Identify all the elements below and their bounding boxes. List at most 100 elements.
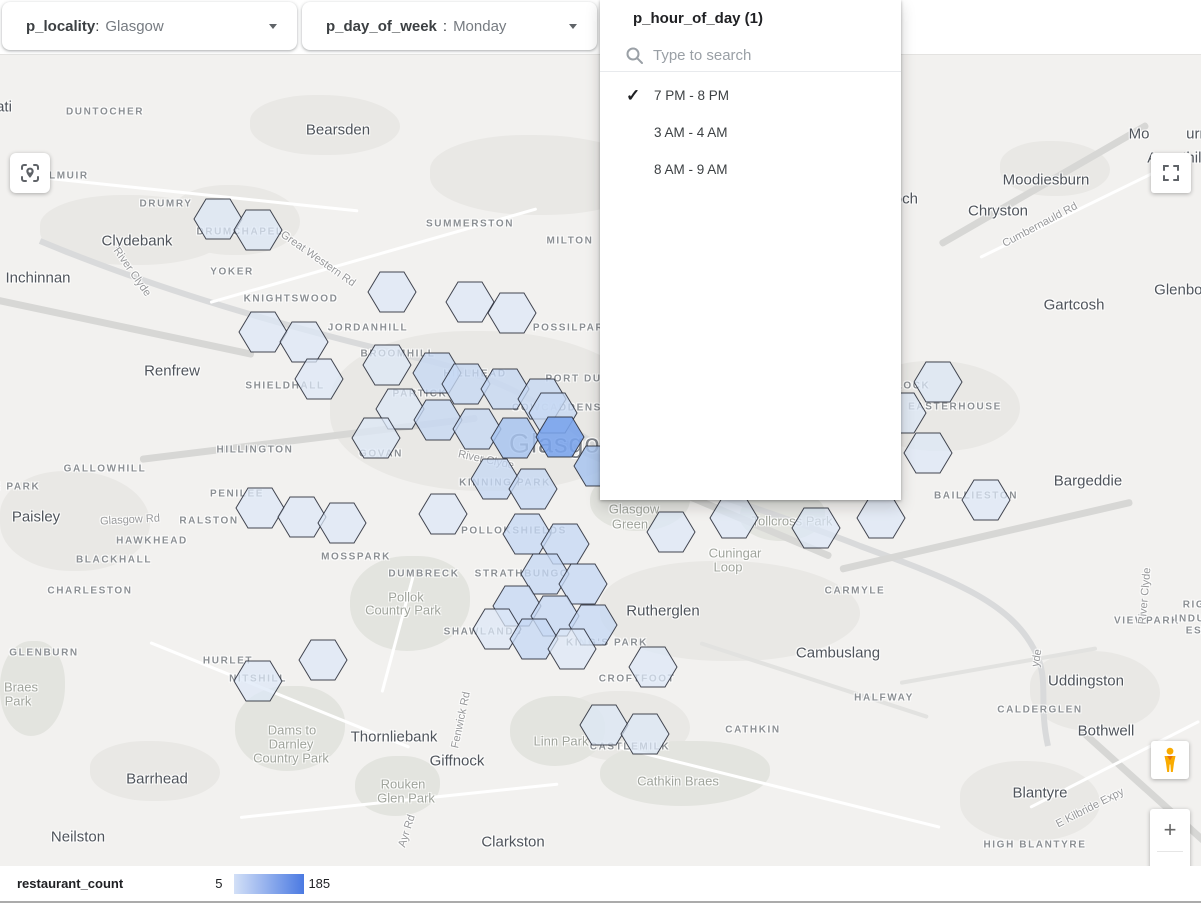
map-label-caps: ES bbox=[1186, 626, 1201, 637]
map-label-road: Glasgow Rd bbox=[100, 512, 160, 527]
map-label-park: Glasgow bbox=[609, 502, 660, 517]
hour-options-list: ✓7 PM - 8 PM3 AM - 4 AM 8 AM - 9 AM bbox=[600, 77, 901, 188]
map-label-caps: JORDANHILL bbox=[328, 323, 408, 334]
map-label-town: urn bbox=[1186, 126, 1201, 143]
map-label-caps: YOKER bbox=[210, 267, 254, 278]
filter-locality-chip[interactable]: p_locality:Glasgow bbox=[2, 2, 297, 50]
map-label-caps: CALDERGLEN bbox=[997, 705, 1082, 716]
map-label-park: Loop bbox=[714, 560, 743, 575]
map-label-road: Fenwick Rd bbox=[449, 691, 473, 750]
search-input[interactable] bbox=[653, 42, 883, 69]
map-label-caps: KNIGHTSWOOD bbox=[244, 294, 339, 305]
map-label-park: Braes bbox=[4, 680, 38, 695]
map-label-town: Clarkston bbox=[481, 834, 544, 851]
filter-day-of-week-chip[interactable]: p_day_of_week:Monday bbox=[302, 2, 597, 50]
map-label-town: Moodiesburn bbox=[1003, 172, 1090, 189]
map-label-town: Blantyre bbox=[1012, 785, 1067, 802]
road bbox=[839, 499, 1133, 573]
panel-divider bbox=[600, 71, 901, 72]
map-label-caps: RALSTON bbox=[179, 516, 238, 527]
map-label-caps: GLENBURN bbox=[9, 648, 78, 659]
hour-of-day-dropdown-panel: p_hour_of_day (1) ✓7 PM - 8 PM3 AM - 4 A… bbox=[600, 0, 901, 500]
map-label-caps: KINNING PARK bbox=[459, 478, 551, 489]
map-label-park: Park bbox=[5, 694, 32, 709]
map-label-caps: DRUMRY bbox=[139, 199, 192, 210]
map-label-caps: KING'S PARK bbox=[566, 638, 648, 649]
filter-value: Glasgow bbox=[105, 18, 163, 35]
hexbin-cell bbox=[488, 293, 536, 333]
map-label-caps: GOVAN bbox=[359, 449, 403, 460]
map-label-town: Clydebank bbox=[102, 233, 173, 250]
map-label-town: Renfrew bbox=[144, 363, 200, 380]
map-label-caps: COWCADDENS bbox=[512, 403, 602, 414]
map-label-town: Barrhead bbox=[126, 771, 188, 788]
map-label-town: Giffnock bbox=[430, 753, 485, 770]
map-label-park: Darnley bbox=[269, 737, 314, 752]
filter-separator: : bbox=[443, 18, 447, 35]
map-label-caps: HURLET bbox=[203, 656, 253, 667]
map-label-caps: CARMYLE bbox=[825, 586, 886, 597]
hour-option[interactable]: ✓7 PM - 8 PM bbox=[600, 77, 901, 114]
hexbin-cell bbox=[318, 503, 366, 543]
map-label-caps: HAWKHEAD bbox=[116, 536, 188, 547]
map-label-caps: BROOMHILL bbox=[361, 349, 436, 360]
map-label-town: Mo bbox=[1129, 126, 1150, 143]
zoom-in-button[interactable]: + bbox=[1150, 809, 1190, 851]
recenter-button[interactable] bbox=[10, 153, 50, 193]
fullscreen-button[interactable] bbox=[1151, 153, 1191, 193]
map-label-caps: BAILLIESTON bbox=[934, 491, 1018, 502]
map-label-caps: PARTICK bbox=[393, 389, 448, 400]
map-label-park: Cuningar bbox=[709, 546, 762, 561]
map-label-caps: POLLOKSHIELDS bbox=[461, 526, 567, 537]
hour-option[interactable]: 3 AM - 4 AM bbox=[600, 114, 901, 151]
map-label-caps: MILTON bbox=[546, 236, 593, 247]
hour-option-label: 7 PM - 8 PM bbox=[654, 88, 729, 103]
hexbin-cell bbox=[419, 494, 467, 534]
legend-bar: restaurant_count 5 185 bbox=[0, 866, 1201, 903]
hexbin-cell bbox=[280, 322, 328, 362]
map-label-road: Ayr Rd bbox=[396, 813, 418, 848]
hour-option[interactable]: 8 AM - 9 AM bbox=[600, 151, 901, 188]
map-label-park: Green bbox=[612, 517, 648, 532]
map-label-town: Neilston bbox=[51, 829, 105, 846]
zoom-out-button[interactable]: − bbox=[1150, 852, 1190, 867]
urban-area bbox=[1030, 651, 1160, 731]
map-label-caps: INDU bbox=[1175, 614, 1201, 625]
map-label-town: Glenboi bbox=[1154, 282, 1201, 299]
map-label-town: Bearsden bbox=[306, 122, 370, 139]
map-label-caps: SUMMERSTON bbox=[426, 219, 514, 230]
map-label-park: Linn Park bbox=[534, 734, 589, 749]
hexbin-cell bbox=[548, 629, 596, 669]
map-label-town: Uddingston bbox=[1048, 673, 1124, 690]
map-label-caps: PENILEE bbox=[210, 489, 264, 500]
hour-option-label: 8 AM - 9 AM bbox=[654, 162, 728, 177]
filter-separator: : bbox=[95, 18, 99, 35]
map-label-caps: BLACKHALL bbox=[76, 555, 152, 566]
map-label-town: Inchinnan bbox=[5, 270, 70, 287]
map-label-caps: STRATHBUNGO bbox=[475, 569, 570, 580]
map-label-caps: GALLOWHILL bbox=[64, 464, 147, 475]
map-label-caps: HILLHEAD bbox=[443, 369, 506, 380]
chevron-down-icon bbox=[569, 24, 577, 29]
pegman-button[interactable] bbox=[1151, 741, 1189, 779]
map-label-caps: RIG bbox=[1183, 600, 1201, 611]
search-icon bbox=[625, 46, 644, 65]
chevron-down-icon bbox=[269, 24, 277, 29]
hexbin-cell bbox=[531, 596, 579, 636]
map-label-town: Bothwell bbox=[1078, 723, 1135, 740]
map-label-park: Cathkin Braes bbox=[637, 774, 719, 789]
map-label-caps: HALFWAY bbox=[854, 693, 914, 704]
legend-max-value: 185 bbox=[308, 876, 330, 891]
map-label-caps: NITSHILL bbox=[229, 674, 287, 685]
map-label-caps: HILLINGTON bbox=[217, 445, 294, 456]
filter-label: p_day_of_week bbox=[326, 18, 437, 35]
fullscreen-icon bbox=[1162, 164, 1180, 182]
legend-field-name: restaurant_count bbox=[17, 876, 123, 891]
road bbox=[0, 293, 255, 358]
map-label-caps: CHARLESTON bbox=[47, 586, 132, 597]
hexbin-cell bbox=[368, 272, 416, 312]
hexbin-cell bbox=[299, 640, 347, 680]
locate-pin-icon bbox=[18, 161, 42, 185]
hexbin-cell bbox=[510, 619, 558, 659]
legend-gradient bbox=[234, 874, 304, 894]
